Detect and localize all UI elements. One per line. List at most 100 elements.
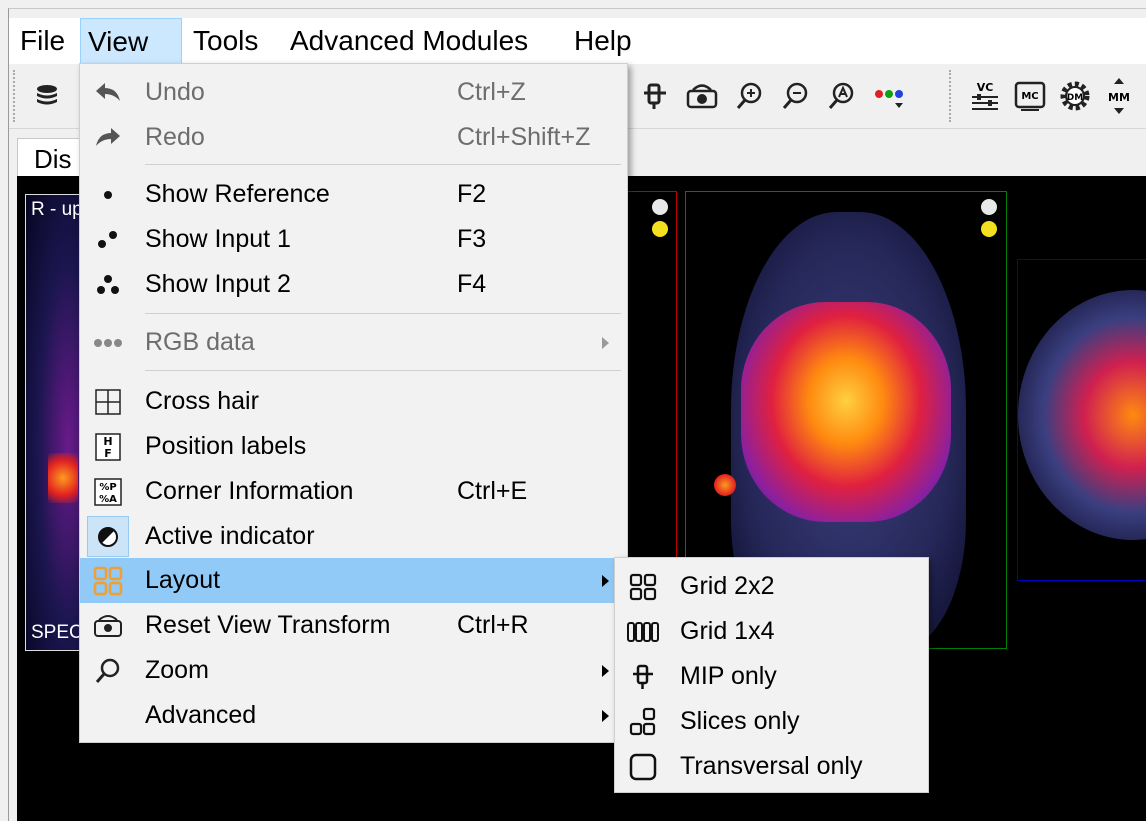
menu-item-rgb-data[interactable]: RGB data — [80, 320, 627, 365]
grid-2x2-icon — [625, 570, 661, 603]
menu-item-active-indicator[interactable]: Active indicator — [80, 514, 627, 559]
menu-item-undo[interactable]: Undo Ctrl+Z — [80, 70, 627, 115]
svg-text:%P: %P — [99, 482, 116, 493]
small-hotspot — [714, 474, 736, 496]
svg-text:VC: VC — [977, 81, 994, 94]
transversal-slice — [1018, 290, 1146, 540]
mip-icon — [625, 660, 661, 693]
submenu-item-transversal-only[interactable]: Transversal only — [615, 744, 928, 789]
menu-file[interactable]: File — [13, 18, 72, 64]
menu-item-corner-information[interactable]: %P %A Corner Information Ctrl+E — [80, 469, 627, 514]
menu-item-position-labels[interactable]: HF Position labels — [80, 424, 627, 469]
menu-item-label: Advanced — [145, 701, 257, 729]
menu-separator — [145, 164, 621, 165]
menu-item-label: Cross hair — [145, 387, 259, 415]
slices-icon — [625, 705, 661, 738]
menu-item-shortcut: Ctrl+E — [457, 477, 528, 505]
menu-item-label: Corner Information — [145, 477, 354, 505]
dm-gear-icon[interactable]: DM — [1057, 78, 1093, 114]
menu-item-show-input-1[interactable]: Show Input 1 F3 — [80, 217, 627, 262]
svg-text:%A: %A — [99, 494, 117, 505]
reset-view-icon — [90, 609, 126, 642]
menu-item-label: Undo — [145, 78, 205, 106]
menu-item-shortcut: F2 — [457, 180, 487, 208]
vc-icon[interactable]: VC — [967, 78, 1003, 114]
submenu-arrow-icon — [602, 710, 609, 722]
menu-item-label: Position labels — [145, 432, 307, 460]
active-indicator-dot — [981, 221, 997, 237]
submenu-item-mip-only[interactable]: MIP only — [615, 654, 928, 699]
mc-icon[interactable]: MC — [1012, 78, 1048, 114]
submenu-item-grid-1x4[interactable]: Grid 1x4 — [615, 609, 928, 654]
zoom-out-icon[interactable] — [777, 78, 813, 114]
mm-icon[interactable]: MM — [1101, 78, 1137, 114]
reference-indicator-dot — [652, 199, 668, 215]
menu-item-label: Show Reference — [145, 180, 330, 208]
menu-help[interactable]: Help — [567, 18, 639, 64]
transversal-icon — [625, 750, 661, 783]
position-labels-icon: HF — [90, 430, 126, 463]
reset-view-icon[interactable] — [684, 78, 720, 114]
menu-tools[interactable]: Tools — [186, 18, 265, 64]
active-indicator-dot — [652, 221, 668, 237]
menu-item-label: Slices only — [680, 707, 800, 735]
auto-zoom-icon[interactable] — [823, 78, 859, 114]
corner-info-top: R - up — [31, 199, 83, 220]
mip-icon[interactable] — [637, 78, 673, 114]
menu-item-label: Redo — [145, 123, 205, 151]
submenu-arrow-icon — [602, 337, 609, 349]
menu-item-redo[interactable]: Redo Ctrl+Shift+Z — [80, 115, 627, 160]
svg-text:DM: DM — [1067, 93, 1083, 103]
undo-icon — [90, 76, 126, 109]
crosshair-icon — [90, 385, 126, 418]
rgb-dots-icon[interactable] — [871, 78, 907, 114]
menu-item-advanced[interactable]: Advanced — [80, 693, 627, 738]
database-icon[interactable] — [29, 78, 65, 114]
corner-info-icon: %P %A — [90, 475, 126, 508]
submenu-item-slices-only[interactable]: Slices only — [615, 699, 928, 744]
menu-item-label: Zoom — [145, 656, 209, 684]
menu-bar: File View Tools Advanced Modules Help — [9, 18, 1146, 64]
submenu-item-grid-2x2[interactable]: Grid 2x2 — [615, 564, 928, 609]
menu-item-show-input-2[interactable]: Show Input 2 F4 — [80, 262, 627, 307]
menu-item-zoom[interactable]: Zoom — [80, 648, 627, 693]
menu-item-label: Reset View Transform — [145, 611, 391, 639]
menu-item-label: Show Input 2 — [145, 270, 291, 298]
menu-item-label: Layout — [145, 566, 221, 594]
menu-separator — [145, 313, 621, 314]
svg-text:F: F — [104, 447, 112, 460]
zoom-in-icon[interactable] — [731, 78, 767, 114]
pet-hotspot — [741, 302, 951, 522]
menu-item-label: RGB data — [145, 328, 255, 356]
menu-advanced-modules[interactable]: Advanced Modules — [283, 18, 535, 64]
menu-item-cross-hair[interactable]: Cross hair — [80, 379, 627, 424]
pet-image-1 — [26, 195, 86, 650]
menu-item-label: Transversal only — [680, 752, 863, 780]
hotspot-1 — [48, 453, 78, 503]
menu-item-reset-view-transform[interactable]: Reset View Transform Ctrl+R — [80, 603, 627, 648]
menu-item-label: Grid 1x4 — [680, 617, 775, 645]
toolbar-grip-2[interactable] — [949, 70, 955, 122]
submenu-arrow-icon — [602, 575, 609, 587]
menu-item-shortcut: F4 — [457, 270, 487, 298]
svg-text:MC: MC — [1021, 91, 1038, 102]
viewer-panel-4[interactable] — [1017, 259, 1146, 581]
two-dots-icon — [90, 223, 126, 256]
menu-item-layout[interactable]: Layout — [80, 558, 627, 603]
view-menu: Undo Ctrl+Z Redo Ctrl+Shift+Z Show Refer… — [79, 63, 628, 743]
rgb-dots-icon — [90, 326, 126, 359]
svg-text:MM: MM — [1108, 91, 1130, 104]
menu-separator — [145, 370, 621, 371]
menu-item-shortcut: Ctrl+Z — [457, 78, 526, 106]
layout-submenu: Grid 2x2 Grid 1x4 MIP only Slices only T… — [614, 557, 929, 793]
menu-view[interactable]: View — [80, 18, 182, 64]
viewer-panel-1[interactable]: R - up SPEC — [25, 194, 87, 651]
active-indicator-icon — [87, 516, 129, 557]
menu-item-label: MIP only — [680, 662, 777, 690]
reference-indicator-dot — [981, 199, 997, 215]
grid-1x4-icon — [625, 615, 661, 648]
menu-item-shortcut: Ctrl+Shift+Z — [457, 123, 591, 151]
toolbar-grip[interactable] — [13, 70, 19, 122]
menu-item-show-reference[interactable]: Show Reference F2 — [80, 172, 627, 217]
menu-item-label: Show Input 1 — [145, 225, 291, 253]
